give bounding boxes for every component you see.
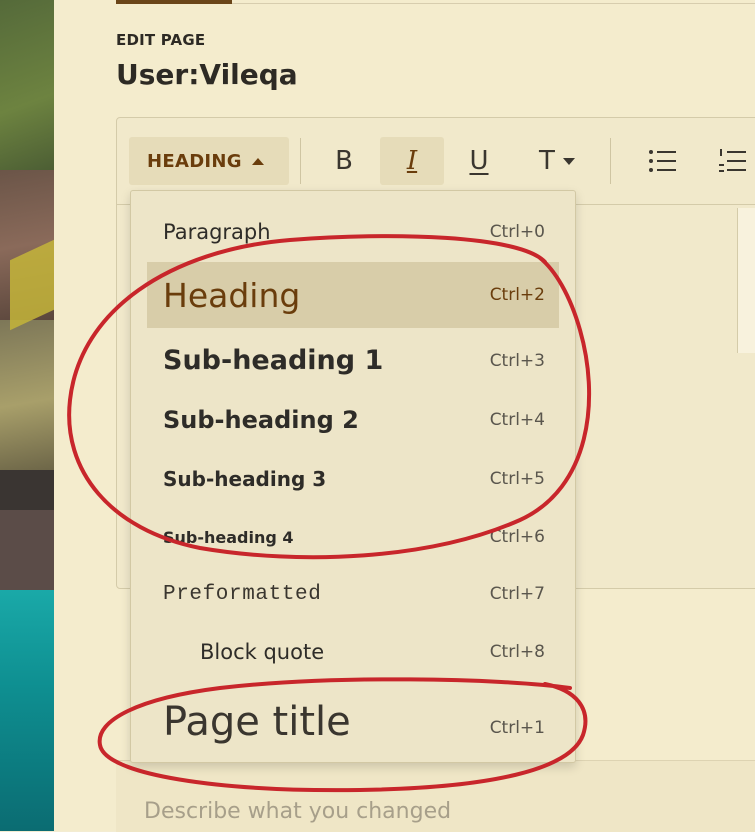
background-art xyxy=(0,0,54,831)
underline-icon: U xyxy=(469,146,489,176)
page-title: User:Vileqa xyxy=(116,58,298,91)
toolbar-separator xyxy=(300,138,301,184)
menu-item-shortcut: Ctrl+1 xyxy=(489,718,545,738)
menu-item-shortcut: Ctrl+3 xyxy=(489,350,545,371)
menu-item-block-quote[interactable]: Block quote Ctrl+8 xyxy=(147,629,559,675)
italic-glyph: I xyxy=(406,146,418,176)
tab-divider xyxy=(232,3,755,4)
numbered-list-button[interactable] xyxy=(702,137,755,185)
edit-summary-input[interactable]: Describe what you changed xyxy=(144,799,451,824)
bold-icon: B xyxy=(335,146,353,176)
menu-item-shortcut: Ctrl+6 xyxy=(489,527,545,547)
menu-item-shortcut: Ctrl+5 xyxy=(489,469,545,489)
text-style-icon: T xyxy=(539,146,555,176)
menu-item-shortcut: Ctrl+4 xyxy=(489,410,545,430)
bullet-list-icon xyxy=(649,150,676,172)
format-dropdown-menu: Paragraph Ctrl+0 Heading Ctrl+2 Sub-head… xyxy=(130,190,576,763)
menu-item-sub-heading-1[interactable]: Sub-heading 1 Ctrl+3 xyxy=(147,333,559,388)
numbered-list-icon xyxy=(719,149,746,172)
editor-content-area[interactable] xyxy=(737,208,755,353)
menu-item-shortcut: Ctrl+0 xyxy=(489,222,545,242)
menu-item-sub-heading-2[interactable]: Sub-heading 2 Ctrl+4 xyxy=(147,394,559,446)
format-dropdown-button[interactable]: HEADING xyxy=(129,137,289,185)
menu-item-sub-heading-3[interactable]: Sub-heading 3 Ctrl+5 xyxy=(147,454,559,504)
bold-button[interactable]: B xyxy=(317,137,371,185)
menu-item-label: Sub-heading 3 xyxy=(163,467,327,491)
toolbar-separator xyxy=(610,138,611,184)
menu-item-label: Sub-heading 4 xyxy=(163,527,294,547)
menu-item-shortcut: Ctrl+7 xyxy=(489,584,545,604)
menu-item-sub-heading-4[interactable]: Sub-heading 4 Ctrl+6 xyxy=(147,514,559,560)
menu-item-shortcut: Ctrl+2 xyxy=(489,285,545,305)
menu-item-paragraph[interactable]: Paragraph Ctrl+0 xyxy=(147,209,559,255)
menu-item-shortcut: Ctrl+8 xyxy=(489,642,545,662)
caret-up-icon xyxy=(251,157,264,165)
menu-item-preformatted[interactable]: Preformatted Ctrl+7 xyxy=(147,571,559,617)
menu-item-label: Sub-heading 1 xyxy=(163,345,384,376)
italic-button[interactable]: I xyxy=(380,137,444,185)
menu-item-heading[interactable]: Heading Ctrl+2 xyxy=(147,262,559,328)
menu-item-label: Preformatted xyxy=(163,582,322,606)
italic-icon: I xyxy=(407,146,417,176)
menu-item-label: Block quote xyxy=(200,640,325,664)
chevron-down-icon xyxy=(562,157,575,165)
underline-button[interactable]: U xyxy=(452,137,506,185)
active-tab-indicator xyxy=(116,0,232,4)
text-style-button[interactable]: T xyxy=(515,137,599,185)
edit-summary-bar: Describe what you changed xyxy=(116,760,755,832)
bullet-list-button[interactable] xyxy=(632,137,692,185)
menu-item-page-title[interactable]: Page title Ctrl+1 xyxy=(147,691,559,753)
menu-item-label: Heading xyxy=(163,275,301,315)
menu-item-label: Sub-heading 2 xyxy=(163,406,359,434)
section-label: EDIT PAGE xyxy=(116,31,206,49)
format-dropdown-label: HEADING xyxy=(147,150,242,172)
menu-item-label: Paragraph xyxy=(163,220,271,244)
menu-item-label: Page title xyxy=(163,699,351,745)
